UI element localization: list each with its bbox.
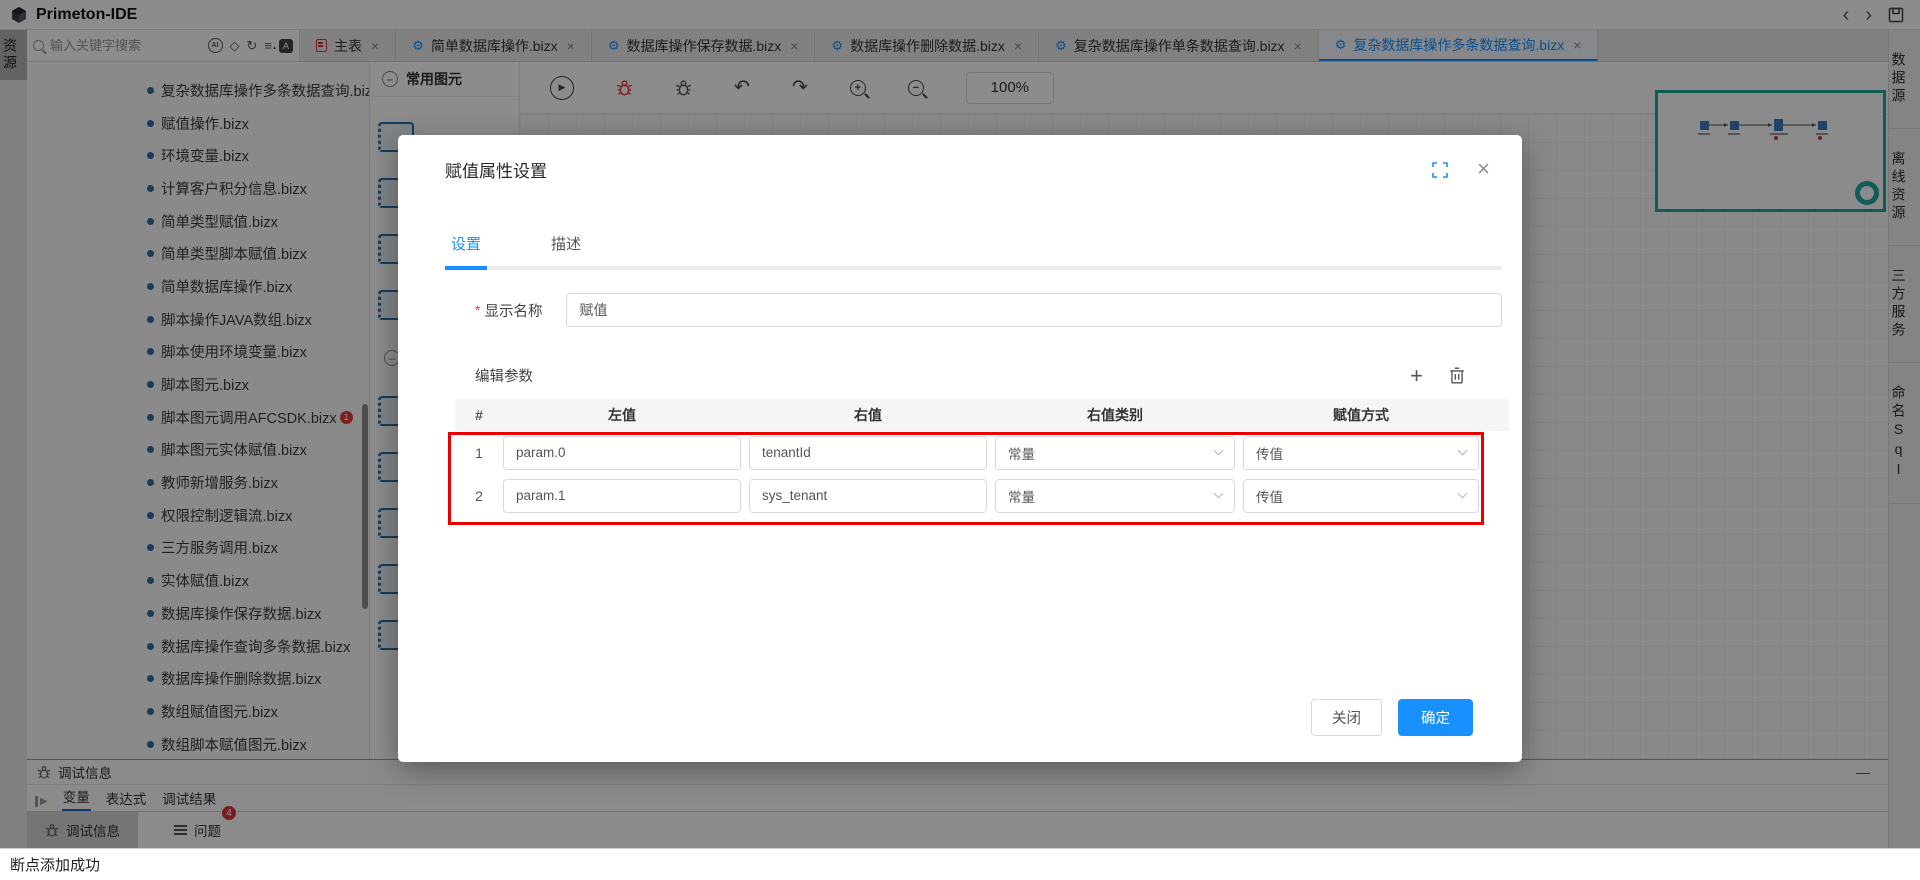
right-value-input[interactable]: sys_tenant [749,479,987,513]
dialog-title: 赋值属性设置 [445,157,547,182]
param-row: 2 param.1 sys_tenant 常量 传值 [455,474,1509,517]
display-name-input[interactable] [566,293,1502,327]
edit-params-label: 编辑参数 [475,365,533,386]
params-table-body: 1 param.0 tenantId 常量 传值 2 param.1 sys_t… [455,431,1509,517]
close-icon[interactable]: × [1477,156,1490,182]
col-right-value: 右值 [749,405,987,425]
status-message: 断点添加成功 [10,854,100,875]
right-type-value: 常量 [1008,486,1035,506]
add-row-icon[interactable]: + [1410,366,1423,386]
right-type-select[interactable]: 常量 [995,436,1235,470]
chevron-down-icon [1458,446,1468,456]
param-row: 1 param.0 tenantId 常量 传值 [455,431,1509,474]
row-index: 1 [455,445,503,461]
row-index: 2 [455,488,503,504]
right-type-value: 常量 [1008,443,1035,463]
display-name-row: * 显示名称 [475,293,1502,327]
display-name-label: 显示名称 [484,300,542,321]
required-mark: * [475,302,480,318]
assign-mode-value: 传值 [1256,443,1283,463]
col-index: # [455,407,503,423]
dialog-tabs: 设置 描述 [445,233,1502,270]
right-value-input[interactable]: tenantId [749,436,987,470]
chevron-down-icon [1214,489,1224,499]
params-table: # 左值 右值 右值类别 赋值方式 1 param.0 tenantId 常量 … [455,399,1509,517]
close-button[interactable]: 关闭 [1311,699,1382,736]
assign-mode-select[interactable]: 传值 [1243,436,1479,470]
chevron-down-icon [1214,446,1224,456]
assign-properties-dialog: 赋值属性设置 × 设置 描述 * 显示名称 编辑参数 + # 左值 右值 右值类别… [398,135,1522,762]
dialog-tab[interactable]: 描述 [545,233,587,270]
col-left-value: 左值 [503,405,741,425]
col-assign-mode: 赋值方式 [1243,405,1479,425]
col-right-type: 右值类别 [995,405,1235,425]
left-value-input[interactable]: param.0 [503,436,741,470]
right-type-select[interactable]: 常量 [995,479,1235,513]
left-value-input[interactable]: param.1 [503,479,741,513]
assign-mode-value: 传值 [1256,486,1283,506]
delete-row-icon[interactable] [1449,367,1465,384]
chevron-down-icon [1458,489,1468,499]
params-table-header: # 左值 右值 右值类别 赋值方式 [455,399,1509,431]
fullscreen-icon[interactable] [1432,162,1448,178]
edit-params-header: 编辑参数 + [475,365,1465,386]
dialog-tab[interactable]: 设置 [445,233,487,270]
dialog-footer: 关闭 确定 [1311,699,1473,736]
ok-button[interactable]: 确定 [1398,699,1473,736]
status-bar: 断点添加成功 [0,848,1920,880]
assign-mode-select[interactable]: 传值 [1243,479,1479,513]
